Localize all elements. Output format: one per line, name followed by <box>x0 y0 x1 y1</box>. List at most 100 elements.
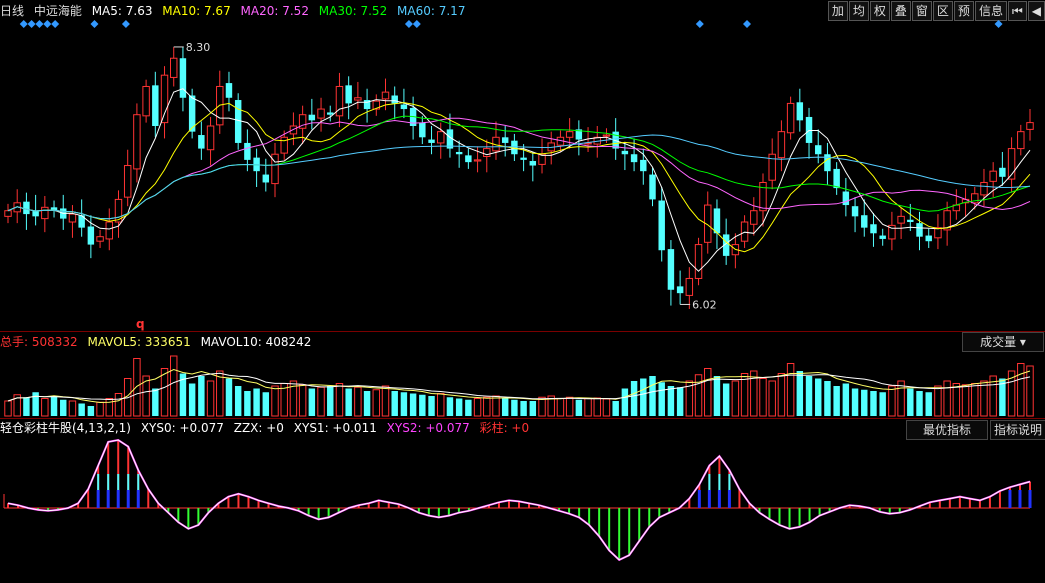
high-price-label: 8.30 <box>186 41 211 54</box>
volume-bar <box>170 355 178 417</box>
volume-bar <box>345 388 352 416</box>
volume-bar <box>538 396 546 417</box>
candle-body <box>676 286 684 294</box>
candle-body <box>630 154 638 163</box>
volume-bar <box>327 386 334 416</box>
signal-diamond <box>994 20 1003 28</box>
candle-body <box>1017 131 1025 150</box>
volume-bar <box>870 391 877 416</box>
volume-bar <box>833 386 840 416</box>
volume-bar <box>980 380 988 417</box>
candle-body <box>473 159 482 162</box>
volume-bar <box>206 380 215 417</box>
volume-bar <box>50 396 58 416</box>
candle-body <box>381 91 390 100</box>
candle-body <box>999 167 1006 177</box>
candle-body <box>759 181 767 212</box>
volume-bar <box>971 383 979 417</box>
stock-chart[interactable]: 8.30 6.02 q <box>0 0 1045 583</box>
volume-bar <box>114 393 123 417</box>
candle-body <box>87 226 95 245</box>
volume-bar <box>676 387 684 416</box>
candle-body <box>465 155 472 163</box>
candle-body <box>289 125 298 135</box>
ma30-line <box>7 115 1031 220</box>
candle-body <box>621 150 629 155</box>
volume-bar <box>630 381 638 416</box>
volume-bar <box>455 398 463 416</box>
candle-body <box>437 131 445 144</box>
volume-bar <box>492 395 500 417</box>
candle-body <box>842 191 850 206</box>
candle-body <box>170 57 178 78</box>
candle-body <box>1026 122 1034 130</box>
candle-body <box>870 224 877 234</box>
volume-bar <box>198 376 205 416</box>
candle-body <box>225 83 233 98</box>
volume-bar <box>1017 363 1025 417</box>
signal-diamond <box>27 20 36 28</box>
candle-body <box>713 208 721 234</box>
volume-bar <box>879 392 886 416</box>
candle-body <box>455 151 463 155</box>
volume-bar <box>640 378 647 416</box>
volume-bar <box>621 388 629 416</box>
candle-body <box>23 201 30 215</box>
signal-diamond <box>404 20 413 28</box>
candle-body <box>815 145 822 155</box>
candle-body <box>317 108 325 119</box>
volume-bar <box>68 400 77 417</box>
volume-bar <box>23 397 30 416</box>
volume-bar <box>501 398 509 416</box>
volume-bar <box>815 378 822 416</box>
volume-bar <box>483 396 491 417</box>
volume-bar <box>317 386 325 417</box>
volume-bar <box>253 388 260 416</box>
volume-bar <box>731 380 740 417</box>
volume-bar <box>96 401 104 417</box>
volume-bar <box>556 398 565 417</box>
candle-body <box>907 219 914 222</box>
volume-bar <box>409 393 417 416</box>
candle-body <box>198 135 205 149</box>
volume-bar <box>565 396 574 417</box>
ma60-line <box>7 134 1031 220</box>
candle-body <box>391 95 398 104</box>
volume-bar <box>934 385 942 417</box>
volume-bar <box>372 389 381 417</box>
volume-bar <box>1026 365 1034 417</box>
volume-bar <box>437 393 445 417</box>
candle-body <box>925 235 932 242</box>
volume-bar <box>961 384 970 417</box>
candle-body <box>133 114 141 170</box>
signal-diamond <box>695 20 704 28</box>
volume-bar <box>446 397 454 416</box>
candle-body <box>400 104 408 110</box>
volume-bar <box>308 388 316 416</box>
volume-bar <box>4 400 12 417</box>
volume-bar <box>465 399 472 416</box>
candle-body <box>851 206 859 217</box>
candle-body <box>4 210 12 217</box>
signal-diamond <box>43 20 52 28</box>
volume-bar <box>400 392 408 416</box>
candle-body <box>786 102 795 134</box>
candle-body <box>428 139 435 143</box>
volume-bar <box>713 376 721 416</box>
candle-body <box>796 102 804 121</box>
signal-diamond <box>51 20 60 28</box>
volume-bar <box>216 370 224 417</box>
candle-body <box>179 58 187 98</box>
volume-bar <box>234 386 242 416</box>
candle-body <box>565 131 574 138</box>
volume-bar <box>943 380 951 417</box>
volume-bar <box>87 406 95 416</box>
volume-bar <box>805 376 813 416</box>
volume-bar <box>41 398 49 417</box>
candle-body <box>206 125 215 151</box>
volume-bar <box>188 383 196 416</box>
volume-bar <box>602 398 611 417</box>
volume-bar <box>842 383 850 416</box>
volume-bar <box>354 386 362 417</box>
signal-diamond <box>35 20 44 28</box>
